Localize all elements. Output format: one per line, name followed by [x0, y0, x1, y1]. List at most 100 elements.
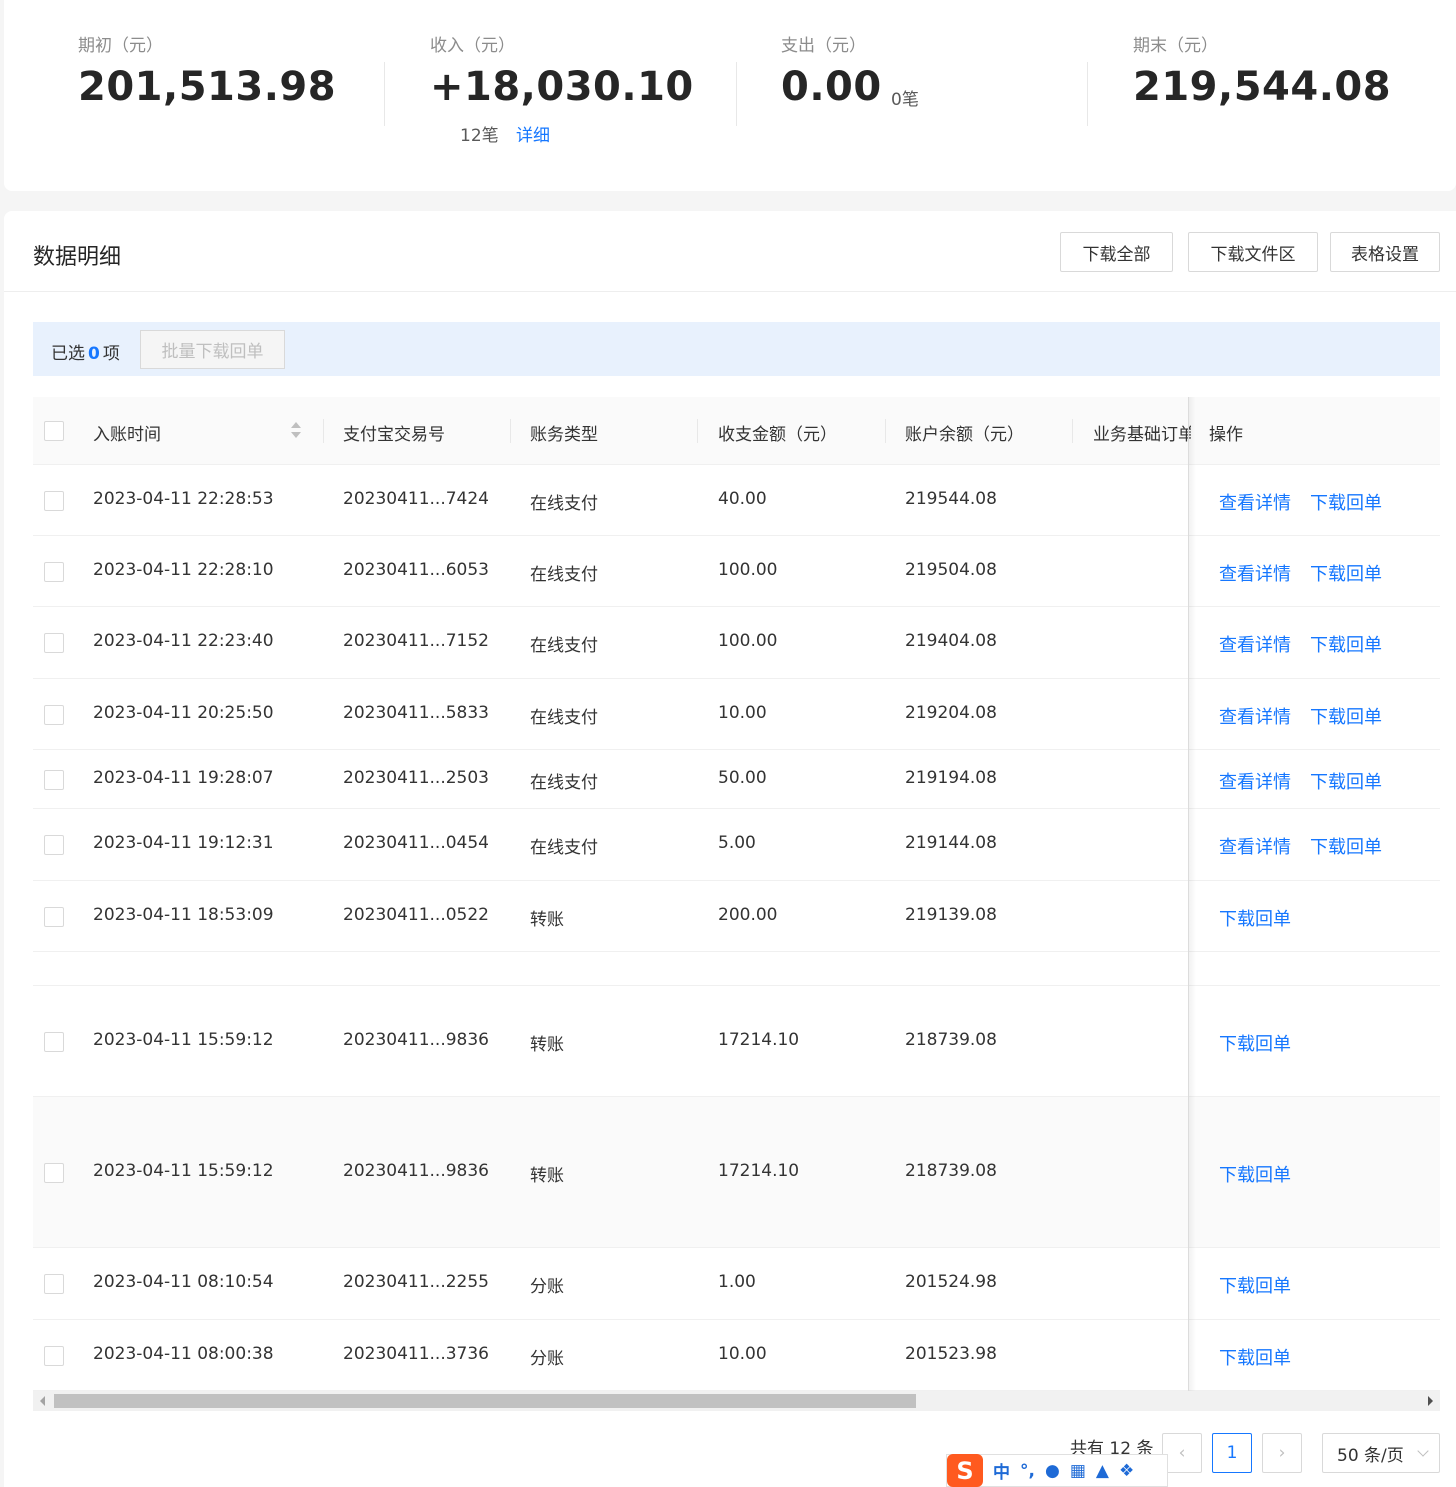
download-receipt-link[interactable]: 下载回单: [1219, 1344, 1291, 1370]
row-checkbox[interactable]: [44, 835, 64, 855]
download-receipt-link[interactable]: 下载回单: [1310, 768, 1382, 794]
row-checkbox[interactable]: [44, 770, 64, 790]
table-row: 2023-04-11 20:25:50 20230411...5833 在线支付 10…: [33, 679, 1440, 750]
cell-amount: 100.00: [718, 631, 778, 651]
ime-punct[interactable]: °,: [1020, 1461, 1035, 1481]
download-receipt-link[interactable]: 下载回单: [1219, 905, 1291, 931]
page-size-value: 50 条/页: [1337, 1445, 1404, 1466]
row-checkbox[interactable]: [44, 633, 64, 653]
view-detail-link[interactable]: 查看详情: [1219, 631, 1291, 657]
cell-amount: 40.00: [718, 489, 767, 509]
table-row: 2023-04-11 22:23:40 20230411...7152 在线支付 10…: [33, 607, 1440, 679]
batch-download-button[interactable]: 批量下载回单: [140, 330, 285, 369]
stat-closing-label: 期末（元）: [1133, 36, 1218, 56]
cell-type: 转账: [530, 1035, 564, 1055]
skin-icon[interactable]: ▲: [1096, 1461, 1109, 1481]
apps-icon[interactable]: ❖: [1119, 1461, 1134, 1481]
col-separator: [323, 419, 324, 443]
ime-toolbar[interactable]: S 中 °, ● ▦ ▲ ❖: [946, 1454, 1168, 1487]
selection-suffix: 项: [102, 344, 120, 364]
view-detail-link[interactable]: 查看详情: [1219, 833, 1291, 859]
cell-amount: 17214.10: [718, 1161, 800, 1181]
download-area-button[interactable]: 下载文件区: [1188, 232, 1318, 272]
scroll-left-icon[interactable]: [40, 1396, 45, 1406]
download-receipt-link[interactable]: 下载回单: [1310, 703, 1382, 729]
ime-mode[interactable]: 中: [993, 1458, 1010, 1483]
stat-opening-value: 201,513.98: [78, 64, 337, 110]
select-all-checkbox[interactable]: [44, 421, 64, 441]
view-detail-link[interactable]: 查看详情: [1219, 768, 1291, 794]
cell-amount: 5.00: [718, 833, 756, 853]
download-receipt-link[interactable]: 下载回单: [1310, 833, 1382, 859]
download-all-button[interactable]: 下载全部: [1060, 232, 1173, 272]
view-detail-link[interactable]: 查看详情: [1219, 703, 1291, 729]
download-receipt-link[interactable]: 下载回单: [1219, 1030, 1291, 1056]
col-separator: [510, 419, 511, 443]
download-receipt-link[interactable]: 下载回单: [1310, 631, 1382, 657]
cell-type: 转账: [530, 910, 564, 930]
download-receipt-link[interactable]: 下载回单: [1219, 1161, 1291, 1187]
col-txn: 支付宝交易号: [343, 425, 445, 445]
cell-type: 在线支付: [530, 636, 598, 656]
chevron-down-icon: [1417, 1445, 1429, 1457]
ime-logo[interactable]: S: [947, 1454, 983, 1487]
table-header: 入账时间 支付宝交易号 账务类型 收支金额（元） 账户余额（元） 业务基础订单 …: [33, 397, 1440, 465]
cell-txn: 20230411...0522: [343, 905, 490, 925]
download-receipt-link[interactable]: 下载回单: [1310, 560, 1382, 586]
page-size-select[interactable]: 50 条/页: [1322, 1433, 1440, 1473]
stat-income-count: 12笔: [460, 126, 499, 146]
cell-balance: 219204.08: [905, 703, 997, 723]
cell-type: 在线支付: [530, 565, 598, 585]
cell-txn: 20230411...3736: [343, 1344, 490, 1364]
row-checkbox[interactable]: [44, 1032, 64, 1052]
cell-type: 在线支付: [530, 838, 598, 858]
cell-txn: 20230411...7152: [343, 631, 490, 651]
row-checkbox[interactable]: [44, 562, 64, 582]
microphone-icon[interactable]: ●: [1045, 1461, 1060, 1481]
cell-amount: 17214.10: [718, 1030, 800, 1050]
cell-time: 2023-04-11 22:28:10: [93, 560, 274, 580]
download-receipt-link[interactable]: 下载回单: [1310, 489, 1382, 515]
next-page-button[interactable]: ›: [1262, 1433, 1302, 1473]
cell-balance: 219404.08: [905, 631, 997, 651]
view-detail-link[interactable]: 查看详情: [1219, 560, 1291, 586]
header-divider: [4, 291, 1456, 292]
table-row: 2023-04-11 22:28:53 20230411...7424 在线支付 40…: [33, 465, 1440, 536]
prev-page-button[interactable]: ‹: [1162, 1433, 1202, 1473]
cell-amount: 100.00: [718, 560, 778, 580]
income-detail-link[interactable]: 详细: [516, 121, 550, 146]
cell-txn: 20230411...6053: [343, 560, 490, 580]
col-actions: 操作: [1209, 425, 1243, 445]
row-checkbox[interactable]: [44, 491, 64, 511]
stat-expense-label: 支出（元）: [781, 36, 866, 56]
cell-balance: 218739.08: [905, 1030, 997, 1050]
summary-card: 期初（元） 201,513.98 收入（元） +18,030.10 12笔 详细…: [4, 0, 1456, 191]
row-checkbox[interactable]: [44, 1346, 64, 1366]
cell-txn: 20230411...9836: [343, 1030, 490, 1050]
selection-prefix: 已选: [51, 344, 85, 364]
keyboard-icon[interactable]: ▦: [1070, 1461, 1086, 1481]
col-separator: [697, 419, 698, 443]
download-receipt-link[interactable]: 下载回单: [1219, 1272, 1291, 1298]
table-settings-button[interactable]: 表格设置: [1330, 232, 1440, 272]
cell-amount: 50.00: [718, 768, 767, 788]
sort-icon[interactable]: [291, 422, 301, 440]
row-checkbox[interactable]: [44, 705, 64, 725]
cell-txn: 20230411...2503: [343, 768, 490, 788]
stat-closing-value: 219,544.08: [1133, 64, 1392, 110]
stat-opening-label: 期初（元）: [78, 36, 163, 56]
cell-txn: 20230411...0454: [343, 833, 490, 853]
cell-amount: 200.00: [718, 905, 778, 925]
scrollbar-thumb[interactable]: [54, 1394, 916, 1408]
row-checkbox[interactable]: [44, 1274, 64, 1294]
stat-income-label: 收入（元）: [430, 36, 515, 56]
cell-amount: 1.00: [718, 1272, 756, 1292]
scroll-right-icon[interactable]: [1428, 1396, 1433, 1406]
row-checkbox[interactable]: [44, 907, 64, 927]
horizontal-scrollbar[interactable]: [33, 1391, 1440, 1411]
col-time[interactable]: 入账时间: [93, 420, 161, 445]
page-1-button[interactable]: 1: [1212, 1433, 1252, 1473]
row-checkbox[interactable]: [44, 1163, 64, 1183]
view-detail-link[interactable]: 查看详情: [1219, 489, 1291, 515]
fixed-column-shadow: [1188, 397, 1196, 1391]
